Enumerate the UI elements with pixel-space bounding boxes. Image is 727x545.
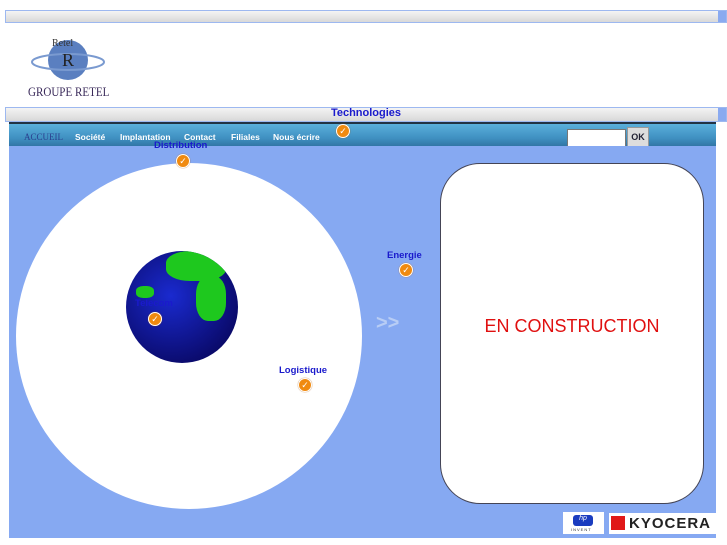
kyocera-logo[interactable]: KYOCERA: [609, 513, 716, 534]
section-bar: Technologies: [5, 107, 727, 122]
retel-globe-logo: RRetel: [31, 38, 105, 80]
distribution-check-icon[interactable]: ✓: [176, 154, 190, 168]
telecom-check-icon[interactable]: ✓: [148, 312, 162, 326]
nav-nous-ecrire[interactable]: Nous écrire: [273, 132, 320, 142]
label-energie[interactable]: Energie: [387, 250, 422, 261]
logistique-check-icon[interactable]: ✓: [298, 378, 312, 392]
construction-text: EN CONSTRUCTION: [484, 316, 660, 336]
technologies-check-icon[interactable]: ✓: [336, 124, 350, 138]
nav-filiales[interactable]: Filiales: [231, 132, 260, 142]
arrow-text: >>: [376, 312, 400, 334]
label-distribution[interactable]: Distribution: [154, 140, 207, 151]
svg-text:Retel: Retel: [52, 38, 73, 49]
ok-button[interactable]: OK: [627, 127, 649, 147]
logo[interactable]: R Retel GROUPE RETEL: [28, 32, 118, 100]
energie-check-icon[interactable]: ✓: [399, 263, 413, 277]
content-panel: EN CONSTRUCTION: [440, 163, 704, 504]
nav-bar: ACCUEIL Société Implantation Contact Fil…: [9, 122, 716, 148]
svg-text:R: R: [62, 50, 74, 70]
technologies-link[interactable]: Technologies: [6, 107, 726, 119]
label-telecom[interactable]: Telecom: [135, 298, 173, 309]
hp-logo[interactable]: hp INVENT: [563, 512, 604, 534]
label-logistique[interactable]: Logistique: [279, 365, 327, 376]
nav-societe[interactable]: Société: [75, 132, 105, 142]
main-area: Distribution ✓ Energie ✓ Telecom ✓ Logis…: [9, 140, 716, 538]
nav-accueil[interactable]: ACCUEIL: [24, 132, 63, 142]
top-bar: [5, 10, 727, 23]
logo-text: GROUPE RETEL: [28, 84, 110, 99]
search-input[interactable]: [567, 129, 626, 147]
